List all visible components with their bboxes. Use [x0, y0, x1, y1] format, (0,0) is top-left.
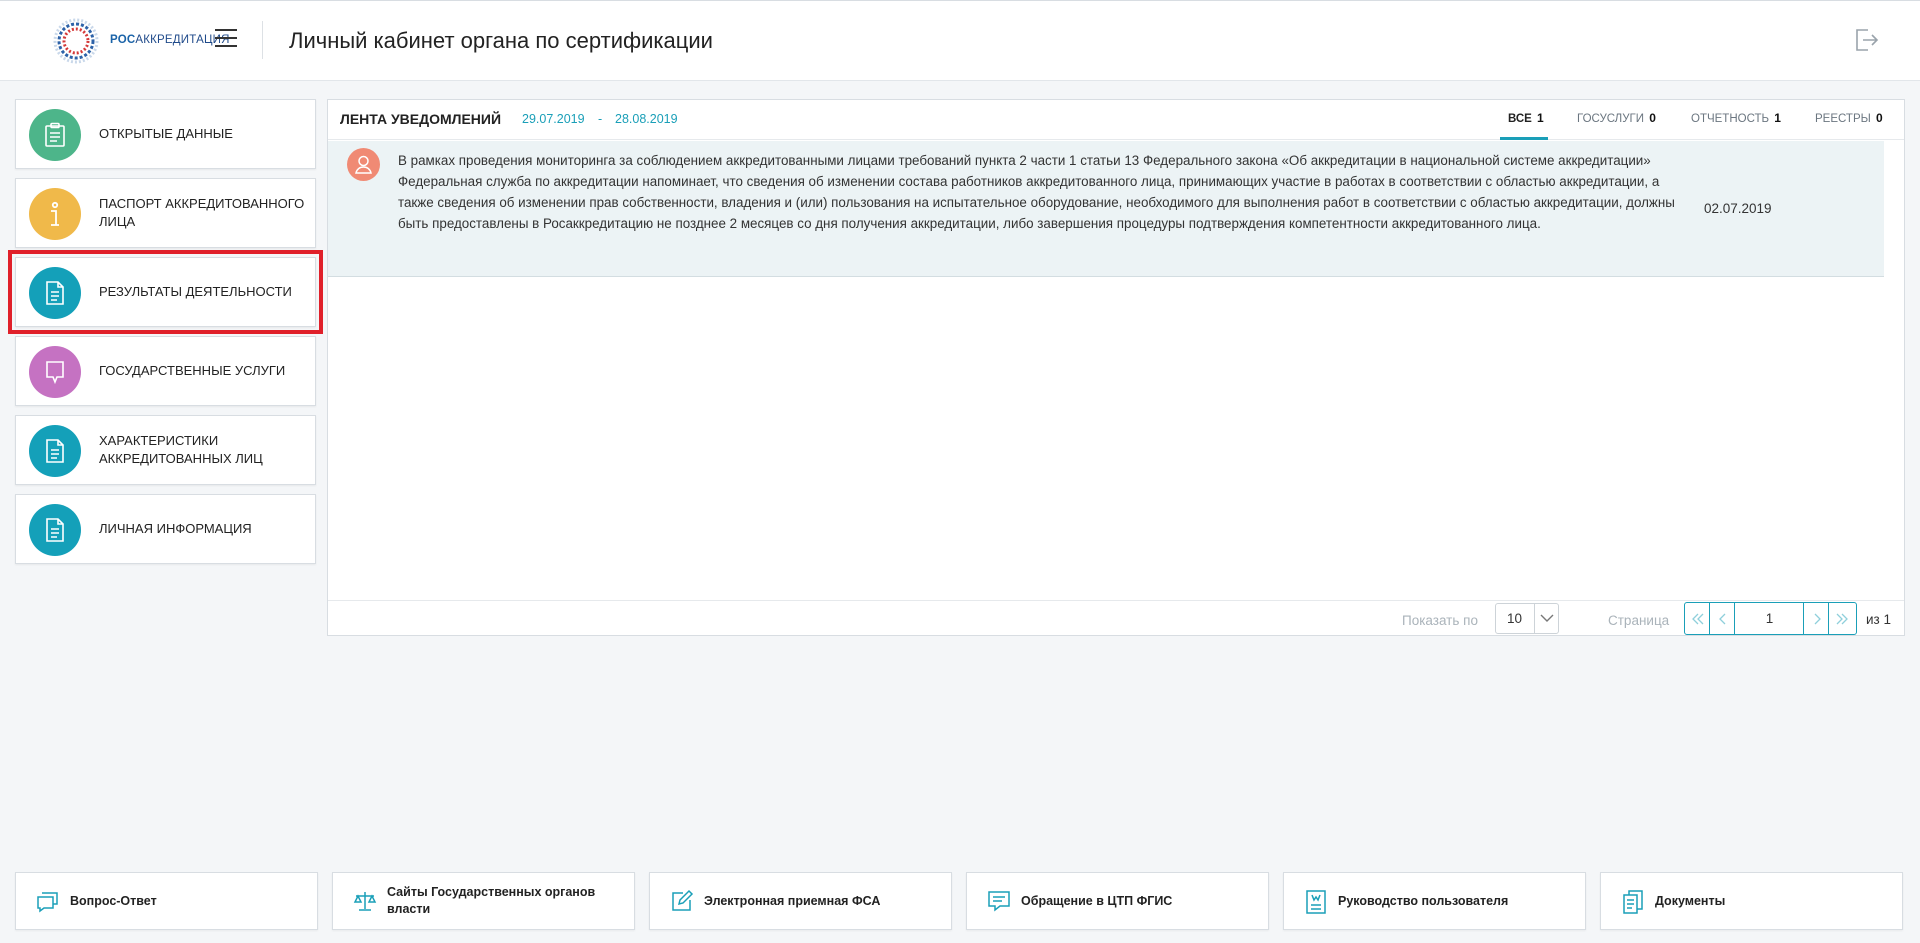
next-page-icon[interactable] [1804, 603, 1829, 634]
e-reception-link[interactable]: Электронная приемная ФСА [649, 872, 952, 930]
faq-link[interactable]: Вопрос-Ответ [15, 872, 318, 930]
edit-icon [672, 889, 694, 911]
sidebar-item-open-data[interactable]: ОТКРЫТЫЕ ДАННЫЕ [15, 99, 316, 169]
bottom-link-label: Вопрос-Ответ [70, 893, 157, 908]
sidebar-item-label: РЕЗУЛЬТАТЫ ДЕЯТЕЛЬНОСТИ [99, 284, 292, 299]
active-tab-underline [1500, 137, 1548, 140]
page-size-label: Показать по [1402, 613, 1478, 628]
prev-page-icon[interactable] [1710, 603, 1735, 634]
sidebar-item-label: ОТКРЫТЫЕ ДАННЫЕ [99, 126, 233, 141]
bottom-link-label: Сайты Государственных органов власти [387, 885, 596, 916]
documents-icon [1623, 890, 1643, 914]
bottom-link-label: Электронная приемная ФСА [704, 893, 881, 908]
book-icon [1306, 890, 1326, 914]
logo-globe-icon [53, 18, 99, 64]
notification-item[interactable]: В рамках проведения мониторинга за соблю… [328, 141, 1884, 277]
tab-gov-services[interactable]: ГОСУСЛУГИ 0 [1577, 111, 1656, 125]
tab-reporting[interactable]: ОТЧЕТНОСТЬ 1 [1691, 111, 1781, 125]
clipboard-icon [29, 109, 81, 161]
notifications-feed: ЛЕНТА УВЕДОМЛЕНИЙ 29.07.2019 - 28.08.201… [327, 99, 1905, 636]
date-from[interactable]: 29.07.2019 [522, 112, 585, 126]
tab-registries[interactable]: РЕЕСТРЫ 0 [1815, 111, 1883, 125]
message-icon [988, 891, 1010, 912]
sidebar-item-personal-info[interactable]: ЛИЧНАЯ ИНФОРМАЦИЯ [15, 494, 316, 564]
chevron-down-icon [1540, 614, 1554, 622]
pager: 1 [1684, 602, 1857, 635]
sidebar-item-characteristics[interactable]: ХАРАКТЕРИСТИКИ АККРЕДИТОВАННЫХ ЛИЦ [15, 415, 316, 485]
rosaccreditation-logo[interactable]: РОСАККРЕДИТАЦИЯ [48, 13, 229, 69]
feed-title: ЛЕНТА УВЕДОМЛЕНИЙ [340, 111, 502, 127]
chat-icon [37, 892, 58, 913]
top-header: РОСАККРЕДИТАЦИЯ Личный кабинет органа по… [0, 0, 1920, 81]
last-page-icon[interactable] [1829, 603, 1854, 634]
document-icon [29, 504, 81, 556]
document-icon [29, 425, 81, 477]
logout-icon[interactable] [1853, 27, 1879, 53]
chat-bubble-icon [29, 346, 81, 398]
page-size-select[interactable]: 10 [1495, 603, 1559, 634]
date-to[interactable]: 28.08.2019 [615, 112, 678, 126]
bottom-link-label: Обращение в ЦТП ФГИС [1021, 893, 1173, 908]
info-icon [29, 188, 81, 240]
total-pages-label: из 1 [1866, 612, 1891, 627]
support-request-link[interactable]: Обращение в ЦТП ФГИС [966, 872, 1269, 930]
menu-icon[interactable] [215, 29, 237, 49]
user-guide-link[interactable]: Руководство пользователя [1283, 872, 1586, 930]
sidebar-item-label: ГОСУДАРСТВЕННЫЕ УСЛУГИ [99, 363, 286, 378]
date-separator: - [598, 112, 603, 126]
bottom-link-label: Документы [1655, 893, 1726, 908]
sidebar-item-label: ХАРАКТЕРИСТИКИ АККРЕДИТОВАННЫХ ЛИЦ [99, 433, 263, 466]
sidebar-item-accredited-passport[interactable]: ПАСПОРТ АККРЕДИТОВАННОГО ЛИЦА [15, 178, 316, 248]
sidebar-item-label: ПАСПОРТ АККРЕДИТОВАННОГО ЛИЦА [99, 196, 305, 229]
gov-sites-link[interactable]: Сайты Государственных органов власти [332, 872, 635, 930]
notification-text: В рамках проведения мониторинга за соблю… [398, 153, 1675, 231]
feed-header: ЛЕНТА УВЕДОМЛЕНИЙ 29.07.2019 - 28.08.201… [328, 100, 1904, 140]
page-label: Страница [1608, 613, 1670, 628]
documents-link[interactable]: Документы [1600, 872, 1903, 930]
logo-prefix: РОС [110, 34, 136, 46]
header-divider [262, 21, 263, 59]
sidebar-item-activity-results[interactable]: РЕЗУЛЬТАТЫ ДЕЯТЕЛЬНОСТИ [8, 250, 323, 334]
bottom-link-label: Руководство пользователя [1338, 893, 1509, 908]
scales-icon [353, 892, 377, 911]
page-number-input[interactable]: 1 [1736, 603, 1804, 634]
notification-date: 02.07.2019 [1704, 201, 1772, 216]
user-avatar-icon [347, 148, 380, 181]
first-page-icon[interactable] [1685, 603, 1710, 634]
tab-all[interactable]: ВСЕ 1 [1508, 111, 1544, 125]
page-title: Личный кабинет органа по сертификации [289, 28, 713, 53]
sidebar-item-label: ЛИЧНАЯ ИНФОРМАЦИЯ [99, 521, 252, 536]
sidebar-item-gov-services[interactable]: ГОСУДАРСТВЕННЫЕ УСЛУГИ [15, 336, 316, 406]
document-icon [29, 267, 81, 319]
feed-pagination: Показать по 10 Страница 1 из 1 [328, 600, 1904, 636]
